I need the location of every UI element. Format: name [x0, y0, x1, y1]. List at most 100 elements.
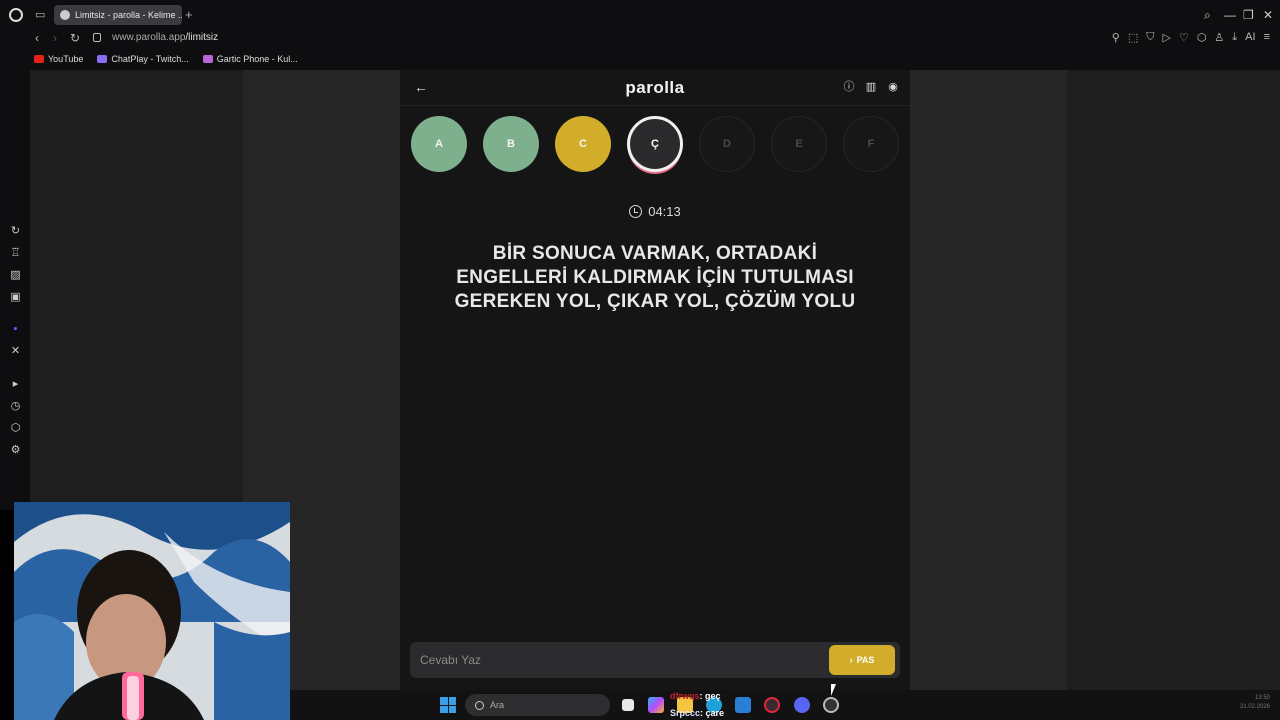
- tray-date: 21.02.2026: [1239, 704, 1270, 710]
- timer: 04:13: [400, 204, 910, 219]
- pinboard-icon[interactable]: ▨: [9, 269, 22, 282]
- download-icon[interactable]: ⤓: [1232, 31, 1237, 44]
- timer-value: 04:13: [648, 204, 681, 219]
- clock-history-icon[interactable]: ◷: [9, 400, 22, 413]
- chevron-right-icon: ›: [849, 655, 853, 665]
- chat-user: Srpccc: [670, 708, 701, 718]
- tray-time: 13:50: [1254, 695, 1270, 701]
- profile-icon[interactable]: ◉: [886, 80, 900, 94]
- shield-icon[interactable]: ⛉: [1146, 31, 1154, 44]
- opera-taskbar-icon[interactable]: [764, 697, 780, 713]
- search-tabs-icon[interactable]: ⌕: [1204, 8, 1211, 23]
- browser-tab[interactable]: Limitsiz - parolla - Kelime ...: [54, 5, 182, 25]
- ai-icon[interactable]: ♖: [9, 247, 22, 260]
- bookmark-label: ChatPlay - Twitch...: [111, 54, 189, 64]
- windows-start-icon[interactable]: [440, 697, 456, 713]
- url-host: www.parolla.app: [112, 32, 186, 43]
- letter-circle: E: [771, 116, 827, 172]
- stats-icon[interactable]: ▥: [864, 80, 878, 94]
- toolbar-icons: ⚲ ⬚ ⛉ ▷ ♡ ⬡ ♙ ⤓ AI ≡: [1112, 31, 1270, 44]
- taskbar-search[interactable]: Ara: [465, 694, 610, 716]
- tab-favicon-icon: [60, 10, 70, 20]
- lock-icon: [93, 33, 101, 42]
- bookmark-chatplay[interactable]: ChatPlay - Twitch...: [97, 54, 189, 64]
- game-panel: ← parolla ⓘ ▥ ◉ A B C Ç D E F 04:13 BİR …: [400, 70, 910, 690]
- chatplay-icon: [97, 55, 108, 63]
- twitch-icon[interactable]: ▪: [9, 323, 22, 336]
- obs-icon[interactable]: [823, 697, 839, 713]
- right-gutter: [1067, 70, 1280, 690]
- site-logo: parolla: [625, 78, 685, 97]
- browser-sidebar: ↻ ♖ ▨ ▣ ▪ ✕ ▸ ◷ ⬡ ⚙: [0, 70, 30, 510]
- back-nav-icon[interactable]: ‹: [35, 31, 39, 45]
- play-icon[interactable]: ▷: [1162, 31, 1170, 44]
- stream-chat-overlay: dfrwqs: geç Srpccc: çare: [670, 688, 724, 720]
- task-view-icon[interactable]: [622, 699, 634, 711]
- snapshot-icon[interactable]: ⬚: [1128, 31, 1138, 44]
- gartic-icon: [202, 55, 213, 63]
- new-tab-button[interactable]: +: [185, 7, 193, 22]
- webcam-image: [14, 502, 290, 720]
- current-letter-circle: Ç: [627, 116, 683, 172]
- browser-tab-bar: ▭ Limitsiz - parolla - Kelime ... + ⌕ — …: [0, 0, 1280, 30]
- url-path: /limitsiz: [185, 32, 219, 43]
- chat-message: : çare: [700, 708, 725, 718]
- chat-message: : geç: [699, 691, 721, 701]
- bookmarks-bar: YouTube ChatPlay - Twitch... Gartic Phon…: [0, 48, 1280, 70]
- pin-icon[interactable]: ⚲: [1112, 31, 1120, 44]
- account-icon[interactable]: ♙: [1214, 31, 1224, 44]
- letter-circle: C: [555, 116, 611, 172]
- pass-label: PAS: [856, 655, 875, 665]
- bookmark-youtube[interactable]: YouTube: [34, 54, 83, 64]
- answer-bar: › PAS: [410, 642, 900, 678]
- letter-circle: F: [843, 116, 899, 172]
- answer-input[interactable]: [420, 642, 820, 678]
- question-text: BİR SONUCA VARMAK, ORTADAKİ ENGELLERİ KA…: [454, 243, 856, 312]
- youtube-icon: [34, 55, 44, 63]
- tab-title: Limitsiz - parolla - Kelime ...: [75, 10, 182, 20]
- info-icon[interactable]: ⓘ: [842, 80, 856, 94]
- game-header: ← parolla ⓘ ▥ ◉: [400, 70, 910, 106]
- player-icon[interactable]: ▸: [9, 378, 22, 391]
- letter-circle: A: [411, 116, 467, 172]
- aria-button[interactable]: AI: [1245, 31, 1255, 44]
- clock-icon: [629, 205, 643, 218]
- webcam-overlay: [14, 502, 290, 720]
- extensions-sidebar-icon[interactable]: ⬡: [9, 422, 22, 435]
- chat-line: dfrwqs: geç: [670, 688, 724, 705]
- bookmark-label: Gartic Phone - Kul...: [216, 54, 298, 64]
- bookmark-gartic[interactable]: Gartic Phone - Kul...: [202, 54, 298, 64]
- menu-icon[interactable]: ≡: [1264, 31, 1270, 44]
- pass-button[interactable]: › PAS: [829, 645, 895, 675]
- system-tray: 13:50 21.02.2026: [1240, 694, 1270, 712]
- history-refresh-icon[interactable]: ↻: [9, 225, 22, 238]
- close-window-button[interactable]: ✕: [1263, 8, 1273, 22]
- chat-user: dfrwqs: [670, 691, 700, 701]
- messenger-icon[interactable]: ▣: [9, 291, 22, 304]
- taskbar-search-placeholder: Ara: [490, 700, 505, 710]
- reload-icon[interactable]: ↻: [70, 31, 80, 45]
- discord-icon[interactable]: [794, 697, 810, 713]
- forward-nav-icon[interactable]: ›: [53, 31, 57, 45]
- letter-circle: D: [699, 116, 755, 172]
- chat-line: Srpccc: çare: [670, 705, 724, 720]
- url-field[interactable]: www.parolla.app/limitsiz: [112, 32, 218, 43]
- x-icon[interactable]: ✕: [9, 345, 22, 358]
- address-bar: ‹ › ↻ www.parolla.app/limitsiz ⚲ ⬚ ⛉ ▷ ♡…: [0, 30, 1280, 48]
- heart-icon[interactable]: ♡: [1179, 31, 1189, 44]
- workspaces-icon[interactable]: ▭: [35, 8, 45, 21]
- copilot-icon[interactable]: [648, 697, 664, 713]
- maximize-button[interactable]: ❐: [1243, 8, 1254, 22]
- extensions-icon[interactable]: ⬡: [1197, 31, 1207, 44]
- settings-gear-icon[interactable]: ⚙: [9, 444, 22, 457]
- store-icon[interactable]: [735, 697, 751, 713]
- bookmark-label: YouTube: [48, 54, 84, 64]
- opera-logo-icon[interactable]: [9, 8, 23, 22]
- letter-wheel: A B C Ç D E F: [411, 116, 899, 172]
- letter-circle: B: [483, 116, 539, 172]
- windows-taskbar: Ara 13:50 21.02.2026: [290, 690, 1280, 720]
- header-icons: ⓘ ▥ ◉: [842, 80, 900, 94]
- mouse-cursor-icon: [831, 684, 841, 696]
- minimize-button[interactable]: —: [1224, 8, 1236, 22]
- search-icon: [475, 700, 484, 710]
